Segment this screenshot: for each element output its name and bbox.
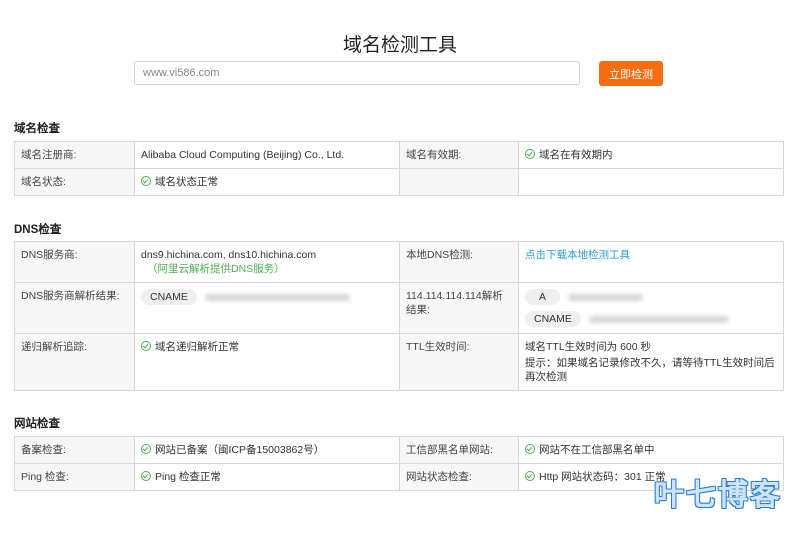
page-title: 域名检测工具 [342,35,457,56]
registrar-label: 域名注册商: [14,141,135,169]
dns-resolve-value: CNAME [134,282,400,334]
http-text: Http 网站状态码：301 正常 [539,471,666,483]
section-title-domain: 域名检查 [14,123,60,135]
registrar-value: Alibaba Cloud Computing (Beijing) Co., L… [134,141,400,169]
icp-value: 网站已备案（闽ICP备15003862号） [134,436,400,464]
empty-cell [518,168,784,196]
ttl-tip: 提示：如果域名记录修改不久，请等待TTL生效时间后再次检测 [525,357,775,383]
check-circle-icon [141,176,151,186]
domain-check-table: 域名注册商: Alibaba Cloud Computing (Beijing)… [14,141,784,196]
icp-text: 网站已备案（闽ICP备15003862号） [155,444,325,456]
icp-label: 备案检查: [14,436,135,464]
recursive-text: 域名递归解析正常 [155,341,239,353]
check-circle-icon [525,471,535,481]
ttl-value: 域名TTL生效时间为 600 秒 提示：如果域名记录修改不久，请等待TTL生效时… [518,333,784,391]
ping-label: Ping 检查: [14,463,135,491]
ttl-label: TTL生效时间: [399,333,519,391]
recursive-value: 域名递归解析正常 [134,333,400,391]
validity-value: 域名在有效期内 [518,141,784,169]
dns-provider-note: （阿里云解析提供DNS服务） [147,263,285,275]
check-circle-icon [141,444,151,454]
local-dns-label: 本地DNS检测: [399,241,519,283]
record-type-badge: CNAME [141,289,197,305]
check-circle-icon [141,471,151,481]
ping-value: Ping 检查正常 [134,463,400,491]
check-circle-icon [525,444,535,454]
status-value: 域名状态正常 [134,168,400,196]
record-type-badge: A [525,289,561,305]
blacklist-label: 工信部黑名单网站: [399,436,519,464]
blacklist-value: 网站不在工信部黑名单中 [518,436,784,464]
ping-text: Ping 检查正常 [155,471,221,483]
http-label: 网站状态检查: [399,463,519,491]
status-text: 域名状态正常 [155,176,218,188]
validity-label: 域名有效期: [399,141,519,169]
record-type-badge: CNAME [525,311,581,327]
blacklist-text: 网站不在工信部黑名单中 [539,444,655,456]
dns-check-table: DNS服务商: dns9.hichina.com, dns10.hichina.… [14,241,784,391]
blurred-record [204,293,350,301]
public-dns-label: 114.114.114.114解析结果: [399,282,519,334]
recursive-label: 递归解析追踪: [14,333,135,391]
check-circle-icon [141,341,151,351]
check-now-button[interactable]: 立即检测 [599,61,663,86]
check-circle-icon [525,149,535,159]
domain-search-input[interactable] [134,61,580,85]
blurred-record [588,315,729,323]
empty-cell [399,168,519,196]
download-tool-link[interactable]: 点击下载本地检测工具 [525,249,630,261]
section-title-dns: DNS检查 [14,224,62,236]
dns-provider-servers: dns9.hichina.com, dns10.hichina.com [141,249,317,261]
dns-resolve-label: DNS服务商解析结果: [14,282,135,334]
public-dns-value: A CNAME [518,282,784,334]
watermark-logo: 叶七博客 [654,479,782,512]
section-title-site: 网站检查 [14,418,60,430]
local-dns-value: 点击下载本地检测工具 [518,241,784,283]
dns-provider-value: dns9.hichina.com, dns10.hichina.com （阿里云… [134,241,400,283]
validity-text: 域名在有效期内 [539,149,613,161]
status-label: 域名状态: [14,168,135,196]
dns-provider-label: DNS服务商: [14,241,135,283]
blurred-record [568,293,644,301]
ttl-text: 域名TTL生效时间为 600 秒 [525,341,652,353]
